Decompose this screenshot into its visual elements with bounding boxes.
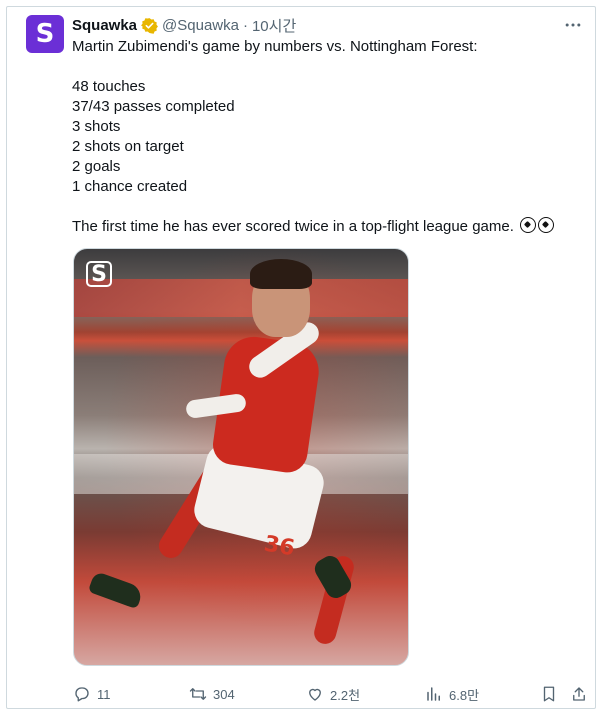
views-chart-icon	[427, 687, 440, 701]
tweet-photo[interactable]: S 36	[73, 248, 409, 666]
jersey-number: 36	[262, 531, 297, 562]
stat-line: 2 shots on target	[72, 138, 184, 155]
stat-line: 3 shots	[72, 118, 121, 135]
reply-count: 11	[97, 686, 111, 702]
stat-line: 37/43 passes completed	[72, 98, 235, 115]
more-options-button[interactable]	[561, 13, 585, 37]
tweet-text: Martin Zubimendi's game by numbers vs. N…	[72, 37, 587, 237]
squawka-logo-icon: S	[35, 19, 55, 49]
views-button[interactable]: 6.8만	[425, 679, 479, 709]
tweet-header: Squawka @Squawka · 10시간	[72, 15, 296, 36]
tweet-intro: Martin Zubimendi's game by numbers vs. N…	[72, 38, 478, 55]
player-hair	[250, 259, 312, 289]
reply-button[interactable]: 11	[73, 679, 111, 709]
reply-icon	[75, 687, 89, 702]
player-boot	[87, 570, 145, 610]
squawka-watermark-icon: S	[86, 261, 112, 287]
like-count: 2.2천	[330, 687, 361, 703]
tweet-closing-line: The first time he has ever scored twice …	[72, 217, 587, 237]
stadium-banner	[74, 279, 408, 317]
soccer-ball-emoji-icon	[538, 217, 555, 233]
tweet-timestamp[interactable]: 10시간	[252, 15, 296, 36]
stat-line: 1 chance created	[72, 178, 188, 195]
retweet-count: 304	[213, 686, 235, 702]
tweet-card[interactable]: S Squawka @Squawka · 10시간 Martin Zubimen…	[6, 6, 596, 709]
stat-line: 2 goals	[72, 158, 121, 175]
stat-line: 48 touches	[72, 78, 146, 95]
verified-badge-icon	[141, 18, 158, 34]
separator-dot: ·	[242, 17, 248, 34]
retweet-icon	[189, 688, 207, 700]
soccer-ball-emoji-icon	[520, 217, 537, 233]
retweet-button[interactable]: 304	[189, 679, 235, 709]
more-icon	[565, 23, 581, 27]
author-handle[interactable]: @Squawka	[162, 17, 239, 34]
action-bar: 11 304 2.2천 6.8만	[7, 679, 595, 709]
bookmark-icon	[543, 686, 555, 702]
heart-icon	[309, 688, 321, 701]
avatar[interactable]: S	[26, 15, 64, 53]
share-button[interactable]	[570, 679, 588, 709]
tweet-closing: The first time he has ever scored twice …	[72, 218, 514, 235]
views-count: 6.8만	[449, 687, 480, 703]
like-button[interactable]: 2.2천	[306, 679, 360, 709]
bookmark-button[interactable]	[540, 679, 558, 709]
share-icon	[573, 687, 585, 701]
author-name[interactable]: Squawka	[72, 17, 137, 34]
